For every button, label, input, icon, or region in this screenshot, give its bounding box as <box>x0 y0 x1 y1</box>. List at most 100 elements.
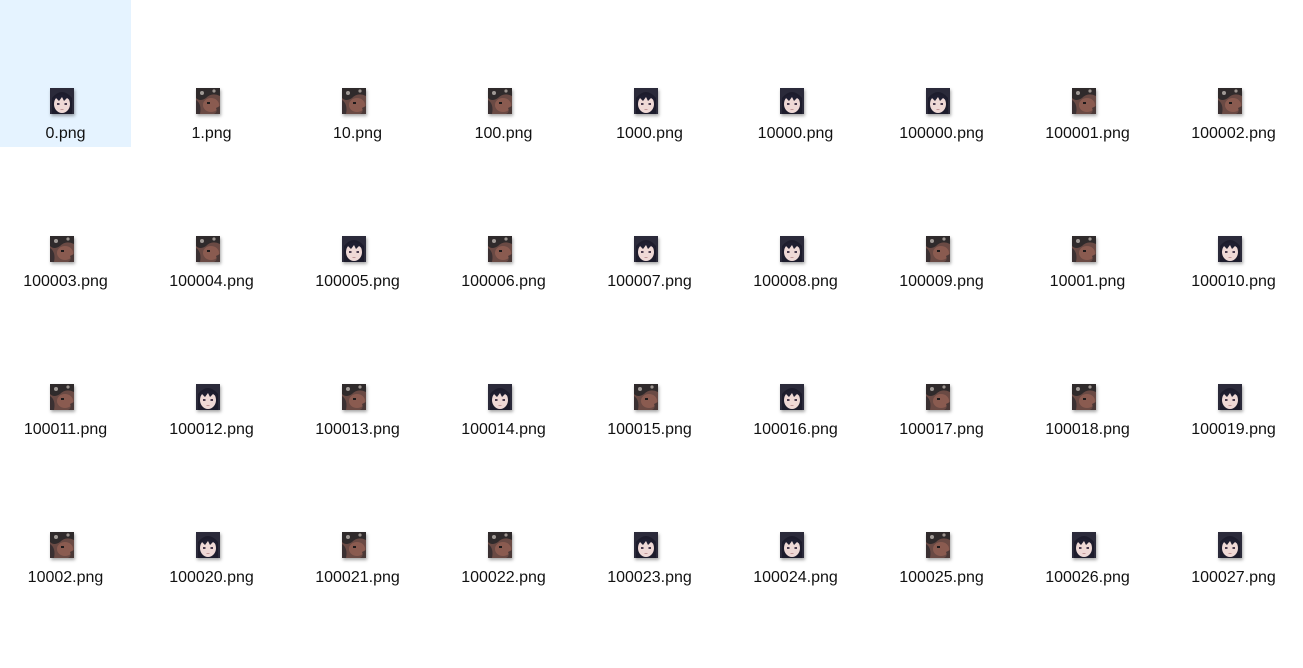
file-item[interactable]: 100010.png <box>1168 148 1299 295</box>
file-name-label: 100014.png <box>461 421 546 438</box>
file-name-label: 100013.png <box>315 421 400 438</box>
file-name-label: 100006.png <box>461 273 546 290</box>
file-item[interactable]: 100022.png <box>438 444 569 591</box>
file-name-label: 100022.png <box>461 569 546 586</box>
file-item[interactable]: 100018.png <box>1022 296 1153 443</box>
image-thumbnail-icon <box>488 88 512 114</box>
file-name-label: 100023.png <box>607 569 692 586</box>
file-name-label: 10001.png <box>1049 273 1126 290</box>
file-name-label: 100016.png <box>753 421 838 438</box>
file-item[interactable]: 100020.png <box>146 444 277 591</box>
file-name-label: 10.png <box>333 125 382 142</box>
image-thumbnail-icon <box>1218 88 1242 114</box>
file-item[interactable]: 100026.png <box>1022 444 1153 591</box>
file-name-label: 10002.png <box>27 569 104 586</box>
file-name-label: 100001.png <box>1045 125 1130 142</box>
file-item[interactable]: 100001.png <box>1022 0 1153 147</box>
image-thumbnail-icon <box>1072 88 1096 114</box>
file-name-label: 100025.png <box>899 569 984 586</box>
file-item[interactable]: 100016.png <box>730 296 861 443</box>
file-item[interactable]: 100002.png <box>1168 0 1299 147</box>
image-thumbnail-icon <box>488 384 512 410</box>
file-name-label: 100005.png <box>315 273 400 290</box>
file-item[interactable]: 10.png <box>292 0 423 147</box>
file-item[interactable]: 100015.png <box>584 296 715 443</box>
file-item[interactable]: 100006.png <box>438 148 569 295</box>
file-name-label: 100004.png <box>169 273 254 290</box>
image-thumbnail-icon <box>780 532 804 558</box>
file-item[interactable]: 100005.png <box>292 148 423 295</box>
file-name-label: 100018.png <box>1045 421 1130 438</box>
file-name-label: 100007.png <box>607 273 692 290</box>
file-item[interactable]: 100000.png <box>876 0 1007 147</box>
file-item[interactable]: 100014.png <box>438 296 569 443</box>
image-thumbnail-icon <box>50 88 74 114</box>
file-name-label: 100009.png <box>899 273 984 290</box>
image-thumbnail-icon <box>780 384 804 410</box>
image-thumbnail-icon <box>342 384 366 410</box>
image-thumbnail-icon <box>1218 236 1242 262</box>
file-name-label: 100011.png <box>23 421 108 438</box>
file-item[interactable]: 1.png <box>146 0 277 147</box>
file-item[interactable]: 10002.png <box>0 444 131 591</box>
file-name-label: 0.png <box>45 125 86 142</box>
file-item[interactable]: 100.png <box>438 0 569 147</box>
image-thumbnail-icon <box>488 236 512 262</box>
file-name-label: 1.png <box>191 125 232 142</box>
file-item[interactable]: 100012.png <box>146 296 277 443</box>
image-thumbnail-icon <box>342 236 366 262</box>
file-name-label: 100010.png <box>1191 273 1276 290</box>
image-thumbnail-icon <box>342 88 366 114</box>
image-thumbnail-icon <box>634 236 658 262</box>
image-thumbnail-icon <box>1218 532 1242 558</box>
file-name-label: 100015.png <box>607 421 692 438</box>
file-item[interactable]: 100003.png <box>0 148 131 295</box>
file-item[interactable]: 100013.png <box>292 296 423 443</box>
image-thumbnail-icon <box>1218 384 1242 410</box>
file-item[interactable]: 100009.png <box>876 148 1007 295</box>
file-item[interactable]: 100019.png <box>1168 296 1299 443</box>
file-name-label: 100026.png <box>1045 569 1130 586</box>
file-item[interactable]: 10000.png <box>730 0 861 147</box>
image-thumbnail-icon <box>488 532 512 558</box>
file-name-label: 100020.png <box>169 569 254 586</box>
file-item[interactable]: 100027.png <box>1168 444 1299 591</box>
file-name-label: 100017.png <box>899 421 984 438</box>
image-thumbnail-icon <box>196 88 220 114</box>
file-item[interactable]: 100023.png <box>584 444 715 591</box>
file-name-label: 100003.png <box>23 273 108 290</box>
file-grid: 0.png 1.png 10.png 100.png 1000.png 1000… <box>0 0 1303 668</box>
image-thumbnail-icon <box>926 532 950 558</box>
file-item[interactable]: 100007.png <box>584 148 715 295</box>
file-item[interactable]: 100024.png <box>730 444 861 591</box>
image-thumbnail-icon <box>1072 384 1096 410</box>
file-name-label: 10000.png <box>757 125 834 142</box>
file-name-label: 100019.png <box>1191 421 1276 438</box>
image-thumbnail-icon <box>50 384 74 410</box>
image-thumbnail-icon <box>50 532 74 558</box>
image-thumbnail-icon <box>634 532 658 558</box>
file-name-label: 100027.png <box>1191 569 1276 586</box>
file-item[interactable]: 1000.png <box>584 0 715 147</box>
file-item[interactable]: 100004.png <box>146 148 277 295</box>
image-thumbnail-icon <box>926 88 950 114</box>
file-item[interactable]: 100021.png <box>292 444 423 591</box>
file-name-label: 100008.png <box>753 273 838 290</box>
file-item[interactable]: 100011.png <box>0 296 131 443</box>
file-item[interactable]: 100008.png <box>730 148 861 295</box>
image-thumbnail-icon <box>634 384 658 410</box>
file-item[interactable]: 100017.png <box>876 296 1007 443</box>
file-item[interactable]: 0.png <box>0 0 131 147</box>
file-name-label: 1000.png <box>616 125 683 142</box>
image-thumbnail-icon <box>1072 532 1096 558</box>
file-name-label: 100.png <box>474 125 533 142</box>
file-item[interactable]: 10001.png <box>1022 148 1153 295</box>
image-thumbnail-icon <box>926 236 950 262</box>
image-thumbnail-icon <box>342 532 366 558</box>
image-thumbnail-icon <box>196 384 220 410</box>
image-thumbnail-icon <box>196 532 220 558</box>
file-name-label: 100002.png <box>1191 125 1276 142</box>
image-thumbnail-icon <box>780 88 804 114</box>
file-name-label: 100024.png <box>753 569 838 586</box>
file-item[interactable]: 100025.png <box>876 444 1007 591</box>
